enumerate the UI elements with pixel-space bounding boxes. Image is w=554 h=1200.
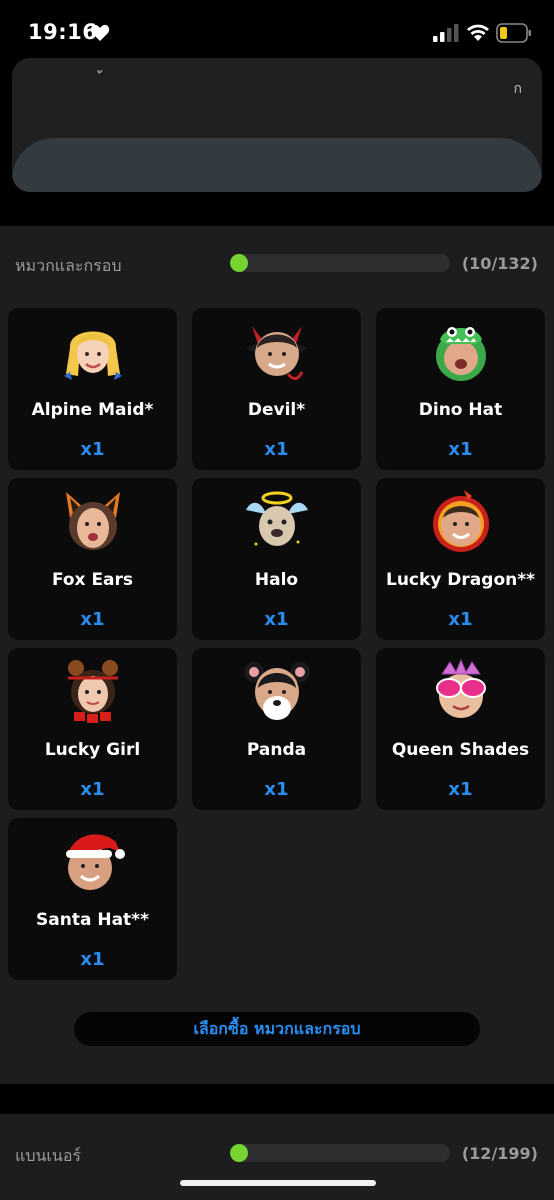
heart-icon <box>90 24 110 41</box>
lucky-girl-icon <box>67 660 118 723</box>
redaction-overlay <box>12 138 542 192</box>
item-tile-queen-shades[interactable]: Queen Shades x1 <box>376 648 545 810</box>
item-tile-lucky-dragon[interactable]: Lucky Dragon** x1 <box>376 478 545 640</box>
collection-progress-bar <box>230 1144 450 1162</box>
item-tile-fox-ears[interactable]: Fox Ears x1 <box>8 478 177 640</box>
queen-shades-icon <box>435 658 486 718</box>
card-text-fragment-right: ก <box>513 81 522 97</box>
banners-section: แบนเนอร์ (12/199) <box>0 1114 554 1200</box>
progress-count: (12/199) <box>461 1144 538 1163</box>
section-title: แบนเนอร์ <box>15 1146 82 1165</box>
item-name: Queen Shades <box>391 740 530 760</box>
item-quantity: x1 <box>80 439 105 460</box>
status-bar: 19:16 <box>0 0 554 62</box>
item-name: Alpine Maid* <box>31 400 154 420</box>
item-quantity: x1 <box>448 439 473 460</box>
panda-icon <box>243 662 310 720</box>
profile-card-redacted: ้ ก <box>12 58 542 192</box>
lucky-dragon-icon <box>432 490 489 552</box>
item-tile-dino-hat[interactable]: Dino Hat x1 <box>376 308 545 470</box>
section-divider <box>0 1084 554 1114</box>
item-tile-santa-hat[interactable]: Santa Hat** x1 <box>8 818 177 980</box>
item-tile-devil[interactable]: Devil* x1 <box>192 308 361 470</box>
collection-progress-bar <box>230 254 450 272</box>
item-name: Lucky Dragon** <box>385 570 535 590</box>
item-quantity: x1 <box>80 779 105 800</box>
fox-ears-icon <box>65 492 120 550</box>
devil-horns-icon <box>245 326 308 380</box>
home-indicator[interactable] <box>180 1180 376 1186</box>
wifi-icon <box>467 24 489 41</box>
item-tile-halo[interactable]: Halo x1 <box>192 478 361 640</box>
item-name: Santa Hat** <box>36 910 149 930</box>
halo-icon <box>245 491 308 546</box>
item-quantity: x1 <box>80 949 105 970</box>
progress-fill <box>230 1144 248 1162</box>
item-tile-lucky-girl[interactable]: Lucky Girl x1 <box>8 648 177 810</box>
status-time: 19:16 <box>28 20 98 44</box>
section-title: หมวกและกรอบ <box>15 256 122 275</box>
cellular-signal-icon <box>433 24 459 42</box>
item-name: Devil* <box>247 400 306 420</box>
item-tile-alpine-maid[interactable]: Alpine Maid* x1 <box>8 308 177 470</box>
item-quantity: x1 <box>448 779 473 800</box>
battery-icon <box>496 23 531 43</box>
item-quantity: x1 <box>264 439 289 460</box>
progress-count: (10/132) <box>461 254 538 273</box>
item-name: Panda <box>246 740 307 760</box>
item-quantity: x1 <box>448 609 473 630</box>
dino-hat-icon <box>435 327 486 381</box>
item-name: Lucky Girl <box>44 740 141 760</box>
frames-section: หมวกและกรอบ (10/132) Alpine Maid* x1 Dev… <box>0 226 554 1084</box>
santa-hat-icon <box>65 834 125 890</box>
item-name: Halo <box>254 570 299 590</box>
item-quantity: x1 <box>80 609 105 630</box>
alpine-maid-icon <box>63 331 122 380</box>
item-quantity: x1 <box>264 609 289 630</box>
item-name: Dino Hat <box>418 400 503 420</box>
item-quantity: x1 <box>264 779 289 800</box>
item-name: Fox Ears <box>51 570 134 590</box>
buy-frames-button[interactable]: เลือกซื้อ หมวกและกรอบ <box>74 1012 480 1046</box>
progress-fill <box>230 254 248 272</box>
item-tile-panda[interactable]: Panda x1 <box>192 648 361 810</box>
